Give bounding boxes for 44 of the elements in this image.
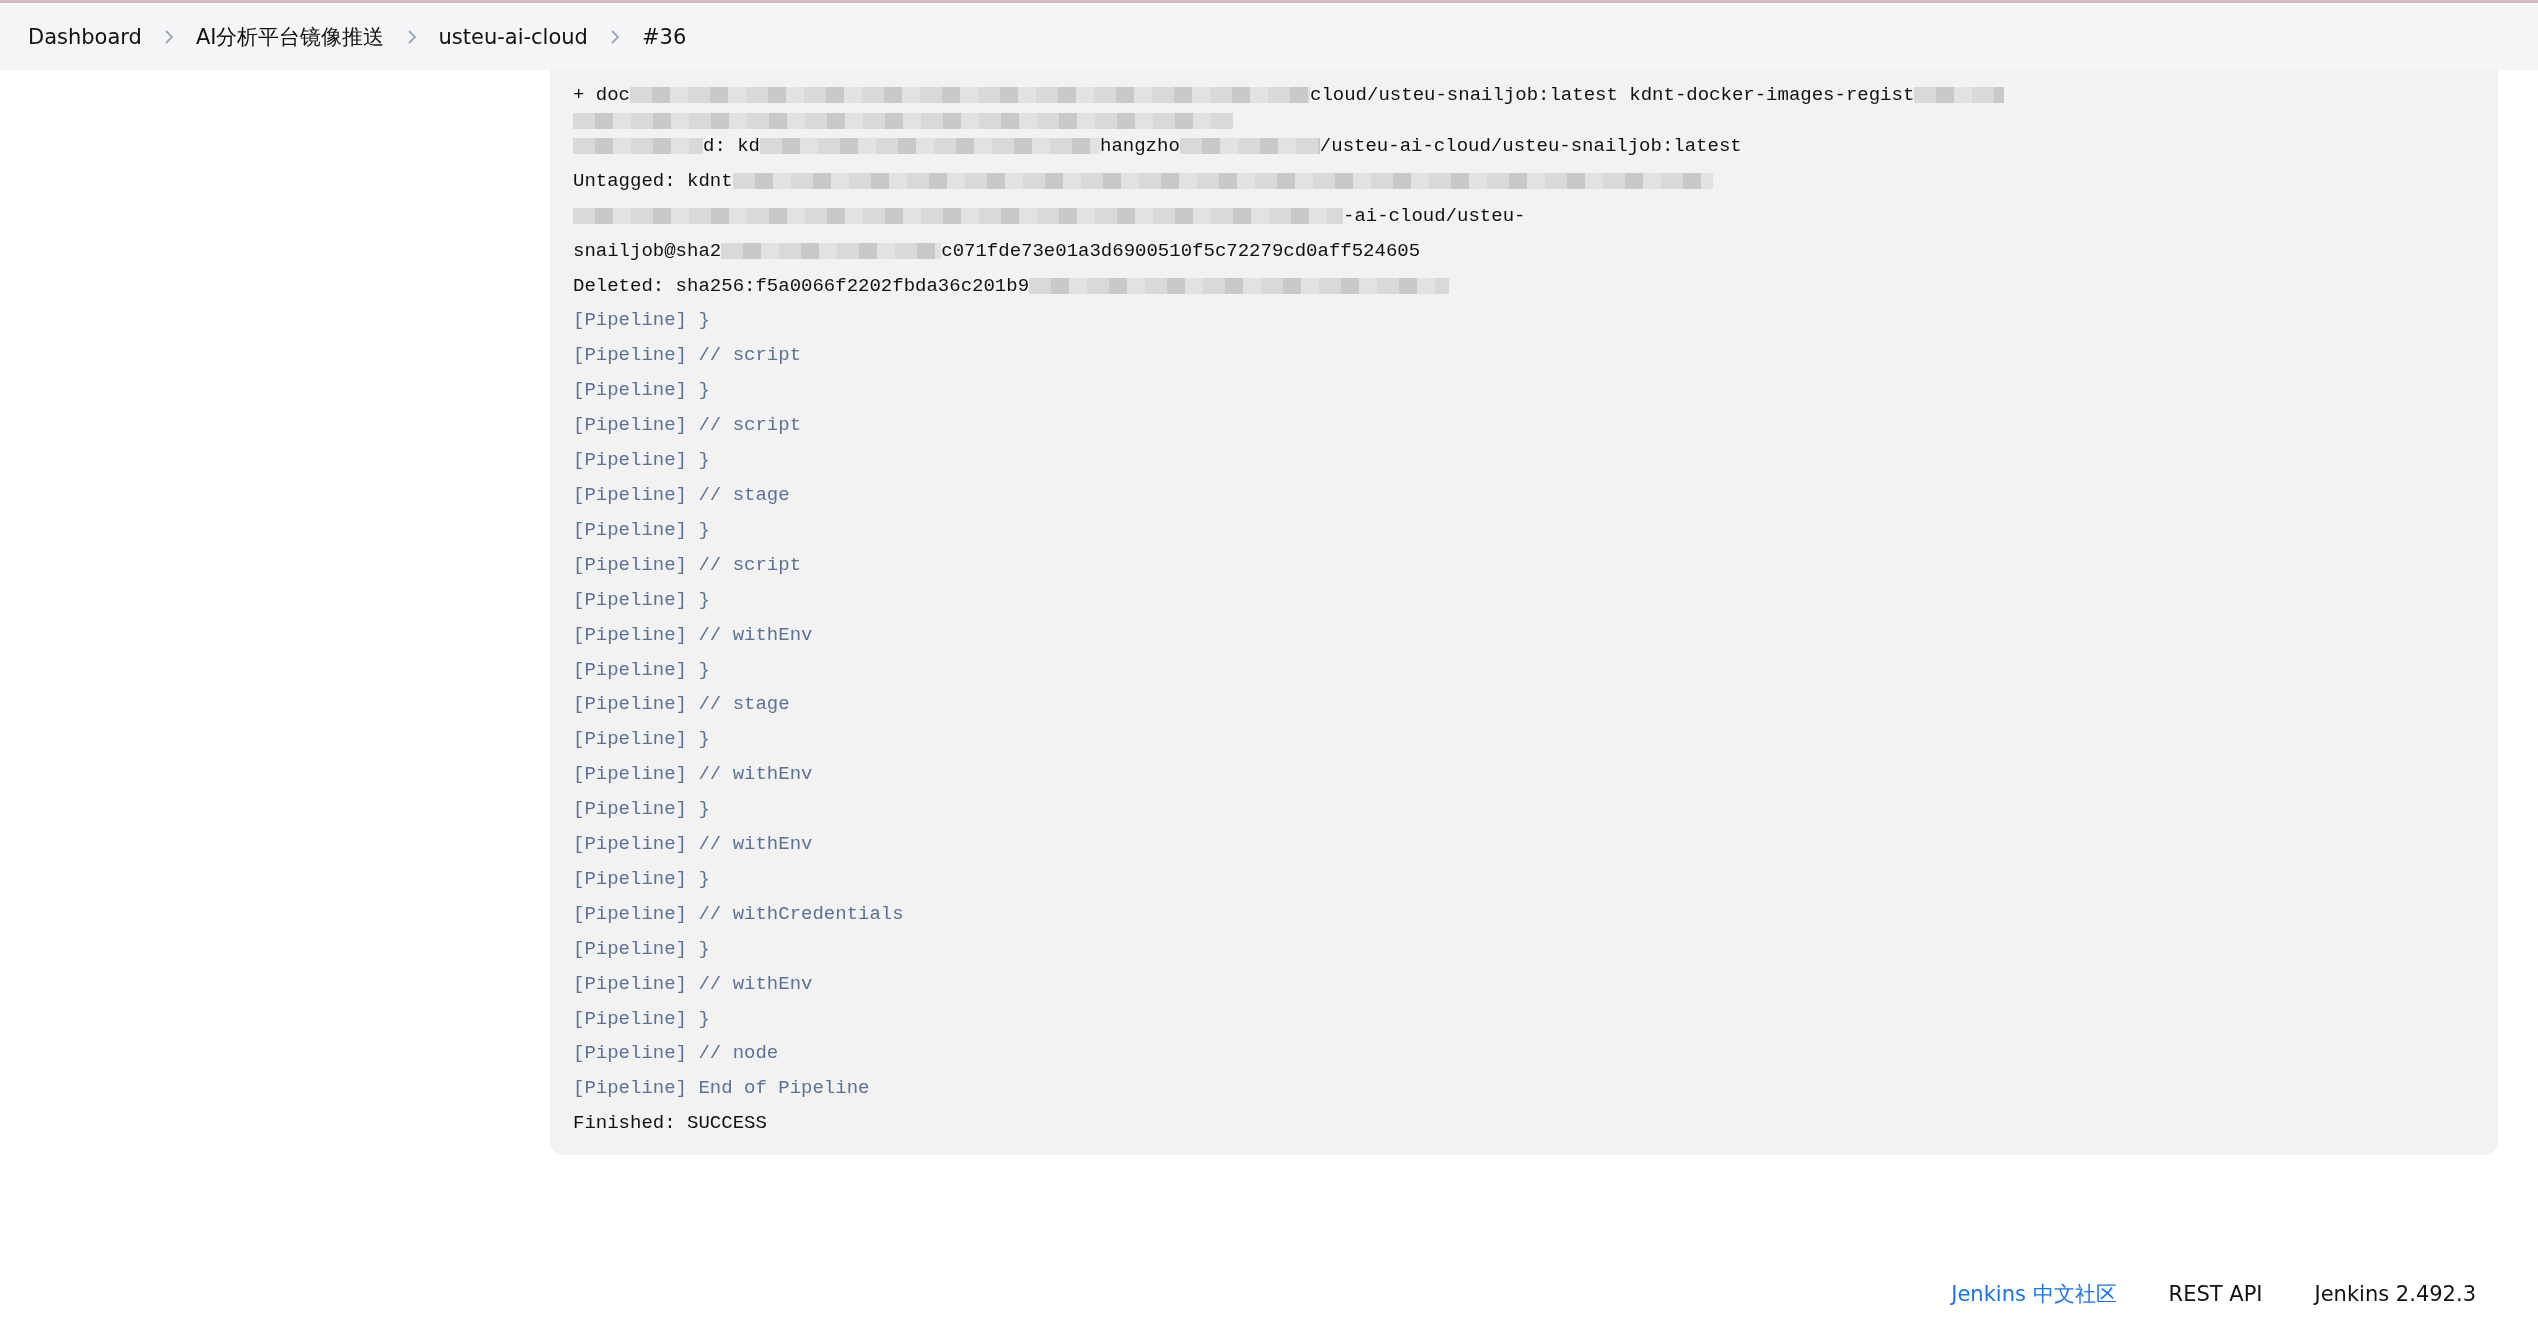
- console-line: [Pipeline] // stage: [573, 692, 790, 718]
- breadcrumb-link[interactable]: usteu-ai-cloud: [438, 24, 588, 49]
- breadcrumb-link[interactable]: #36: [641, 24, 687, 49]
- chevron-right-icon: [406, 28, 417, 45]
- console-line: Finished: SUCCESS: [573, 1111, 767, 1137]
- console-line: [Pipeline] // withEnv: [573, 622, 813, 648]
- console-line: d: kd: [703, 133, 760, 159]
- console-line: [Pipeline] // node: [573, 1041, 779, 1067]
- console-line: [Pipeline] }: [573, 378, 710, 404]
- footer-link[interactable]: Jenkins 2.492.3: [2314, 1282, 2476, 1306]
- console-line: hangzho: [1100, 133, 1180, 159]
- console-line: -ai-cloud/usteu-: [1343, 203, 1526, 229]
- footer-link[interactable]: Jenkins 中文社区: [1951, 1280, 2117, 1308]
- console-line: [Pipeline] }: [573, 448, 710, 474]
- footer-link[interactable]: REST API: [2168, 1282, 2263, 1306]
- console-line: [Pipeline] }: [573, 727, 710, 753]
- console-line: [Pipeline] }: [573, 797, 710, 823]
- chevron-right-icon: [163, 28, 174, 45]
- console-line: [Pipeline] // script: [573, 552, 802, 578]
- console-line: Deleted: sha256:f5a0066f2202fbda36c201b9: [573, 273, 1030, 299]
- console-line: [Pipeline] End of Pipeline: [573, 1076, 870, 1102]
- console-line: [Pipeline] }: [573, 866, 710, 892]
- console-line: [Pipeline] // stage: [573, 482, 790, 508]
- console-line: c071fde73e01a3d6900510f5c72279cd0aff524605: [941, 238, 1421, 264]
- console-line: [Pipeline] }: [573, 517, 710, 543]
- console-line: [Pipeline] }: [573, 587, 710, 613]
- chevron-right-icon: [609, 28, 620, 45]
- breadcrumb-link[interactable]: AI分析平台镜像推送: [195, 22, 385, 51]
- console-line: snailjob@sha2: [573, 238, 722, 264]
- console-line: [Pipeline] }: [573, 1006, 710, 1032]
- console-line: + doc: [573, 83, 630, 108]
- console-line: [Pipeline] // withEnv: [573, 832, 813, 858]
- console-line: [Pipeline] // script: [573, 413, 802, 439]
- breadcrumb-link[interactable]: Dashboard: [28, 24, 142, 49]
- console-line: [Pipeline] // withCredentials: [573, 901, 904, 927]
- console-line: cloud/usteu-snailjob:latest kdnt-docker-images-regist: [1310, 83, 1915, 108]
- console-line: [Pipeline] // withEnv: [573, 762, 813, 788]
- console-line: [Pipeline] // script: [573, 343, 802, 369]
- console-line: [Pipeline] }: [573, 657, 710, 683]
- console-line: Untagged: kdnt: [573, 168, 733, 194]
- console-line: [Pipeline] }: [573, 936, 710, 962]
- console-line: [Pipeline] }: [573, 308, 710, 334]
- console-line: /usteu-ai-cloud/usteu-snailjob:latest: [1319, 133, 1742, 159]
- console-line: [Pipeline] // withEnv: [573, 971, 813, 997]
